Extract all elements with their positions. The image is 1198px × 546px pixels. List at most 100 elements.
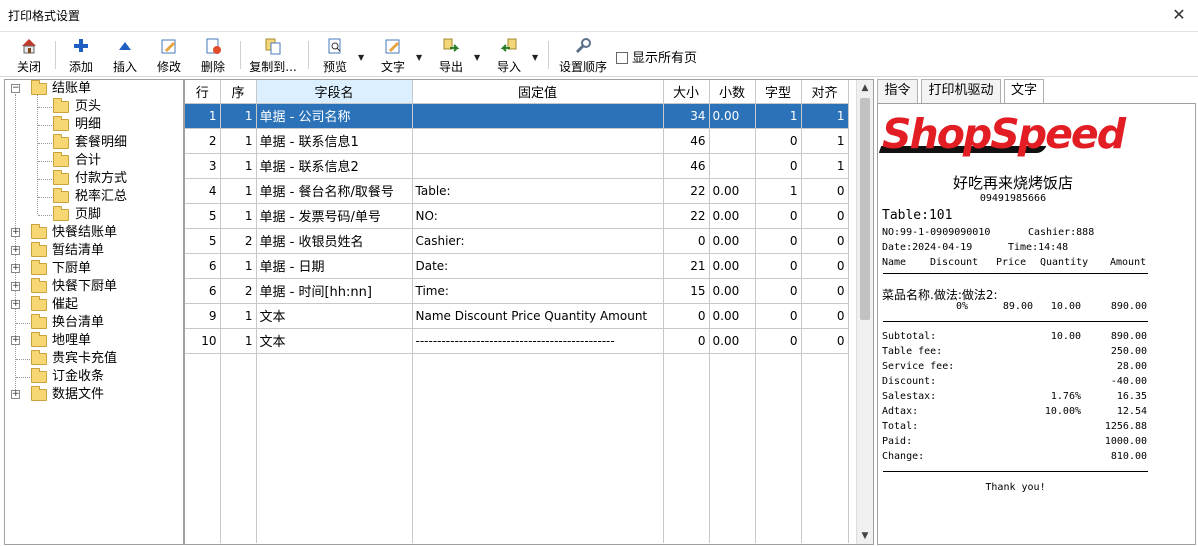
table-cell[interactable]: 0 (755, 328, 802, 354)
table-cell[interactable]: 15 (663, 278, 710, 304)
table-cell[interactable]: 单据 - 收银员姓名 (256, 228, 413, 254)
tree-item-child[interactable]: 套餐明细 (5, 134, 181, 152)
tree-item[interactable]: + 下厨单 (5, 260, 181, 278)
table-cell[interactable]: 10 (185, 328, 221, 354)
show-all-pages-checkbox[interactable]: 显示所有页 (616, 47, 697, 66)
tree-item[interactable]: 订金收条 (5, 368, 181, 386)
table-cell[interactable]: 0 (663, 228, 710, 254)
expand-icon[interactable]: + (11, 228, 20, 237)
tree-item-child[interactable]: 页脚 (5, 206, 181, 224)
table-row[interactable]: 4 1 单据 - 餐台名称/取餐号 Table: 22 0.00 1 0 (185, 178, 849, 204)
table-cell[interactable] (412, 103, 664, 129)
table-cell[interactable]: 文本 (256, 303, 413, 329)
scroll-thumb[interactable] (860, 98, 870, 320)
table-cell[interactable]: 2 (185, 128, 221, 154)
table-row[interactable]: 5 1 单据 - 发票号码/单号 NO: 22 0.00 0 0 (185, 203, 849, 229)
table-cell[interactable]: 0 (755, 128, 802, 154)
table-cell[interactable]: 单据 - 日期 (256, 253, 413, 279)
table-row[interactable]: 9 1 文本 Name Discount Price Quantity Amount 0… (185, 303, 849, 329)
table-cell[interactable]: 1 (801, 153, 849, 179)
table-cell[interactable]: 46 (663, 153, 710, 179)
table-row[interactable]: 10 1 文本 -----------------------------------… (185, 328, 849, 354)
tree-item[interactable]: + 快餐下厨单 (5, 278, 181, 296)
tab-printer-driver[interactable]: 打印机驱动 (921, 79, 1001, 103)
table-cell[interactable]: 0.00 (709, 278, 756, 304)
tree-item[interactable]: + 地哩单 (5, 332, 181, 350)
import-dropdown-icon[interactable]: ▼ (532, 53, 538, 62)
expand-icon[interactable]: + (11, 390, 20, 399)
table-cell[interactable]: 0.00 (709, 103, 756, 129)
col-header-size[interactable]: 大小 (663, 80, 710, 104)
table-row[interactable]: 2 1 单据 - 联系信息1 46 0 1 (185, 128, 849, 154)
collapse-icon[interactable]: − (11, 84, 20, 93)
table-cell[interactable]: 0.00 (709, 203, 756, 229)
table-cell[interactable]: 6 (185, 253, 221, 279)
table-cell[interactable]: 单据 - 联系信息1 (256, 128, 413, 154)
table-cell[interactable]: 2 (220, 228, 257, 254)
table-cell[interactable]: 0 (801, 278, 849, 304)
tree-item[interactable]: + 数据文件 (5, 386, 181, 404)
table-cell[interactable]: 0 (801, 303, 849, 329)
scroll-down-icon[interactable]: ▼ (857, 528, 873, 544)
table-cell[interactable]: 1 (801, 103, 849, 129)
table-cell[interactable]: 1 (220, 253, 257, 279)
table-cell[interactable]: 34 (663, 103, 710, 129)
expand-icon[interactable]: + (11, 300, 20, 309)
tree-item-checkout[interactable]: − 结账单 (5, 80, 181, 98)
import-button[interactable]: 导入 (490, 35, 528, 75)
tree-item-child[interactable]: 合计 (5, 152, 181, 170)
tree-item[interactable]: 换台清单 (5, 314, 181, 332)
table-cell[interactable] (709, 153, 756, 179)
expand-icon[interactable]: + (11, 246, 20, 255)
tree-item[interactable]: + 暂结清单 (5, 242, 181, 260)
col-header-align[interactable]: 对齐 (801, 80, 849, 104)
table-cell[interactable]: Cashier: (412, 228, 664, 254)
modify-button[interactable]: 修改 (150, 35, 188, 75)
tab-command[interactable]: 指令 (877, 79, 918, 103)
table-cell[interactable]: 0 (755, 303, 802, 329)
expand-icon[interactable]: + (11, 336, 20, 345)
insert-button[interactable]: 插入 (106, 35, 144, 75)
table-cell[interactable]: 单据 - 公司名称 (256, 103, 413, 129)
checkbox-box[interactable] (616, 52, 628, 64)
table-cell[interactable]: ----------------------------------------… (412, 328, 664, 354)
table-cell[interactable]: 1 (755, 103, 802, 129)
table-cell[interactable]: 5 (185, 203, 221, 229)
expand-icon[interactable]: + (11, 282, 20, 291)
table-cell[interactable]: 5 (185, 228, 221, 254)
text-button[interactable]: 文字 (374, 35, 412, 75)
table-cell[interactable]: 单据 - 联系信息2 (256, 153, 413, 179)
preview-button[interactable]: 预览 (316, 35, 354, 75)
table-cell[interactable]: 0 (801, 228, 849, 254)
tree-item-child[interactable]: 付款方式 (5, 170, 181, 188)
table-cell[interactable]: 单据 - 发票号码/单号 (256, 203, 413, 229)
table-row[interactable]: 6 2 单据 - 时间[hh:nn] Time: 15 0.00 0 0 (185, 278, 849, 304)
table-cell[interactable]: 0 (755, 278, 802, 304)
table-row[interactable]: 6 1 单据 - 日期 Date: 21 0.00 0 0 (185, 253, 849, 279)
table-cell[interactable]: 0 (755, 228, 802, 254)
preview-dropdown-icon[interactable]: ▼ (358, 53, 364, 62)
table-cell[interactable]: 0 (801, 328, 849, 354)
table-cell[interactable]: 4 (185, 178, 221, 204)
table-cell[interactable]: 0 (801, 253, 849, 279)
table-cell[interactable] (709, 128, 756, 154)
text-dropdown-icon[interactable]: ▼ (416, 53, 422, 62)
table-cell[interactable]: 文本 (256, 328, 413, 354)
col-header-row[interactable]: 行 (185, 80, 221, 104)
table-cell[interactable]: 1 (801, 128, 849, 154)
table-cell[interactable]: Table: (412, 178, 664, 204)
table-cell[interactable]: 22 (663, 203, 710, 229)
table-cell[interactable]: 2 (220, 278, 257, 304)
add-button[interactable]: 添加 (62, 35, 100, 75)
table-cell[interactable]: 1 (220, 203, 257, 229)
grid-scrollbar[interactable]: ▲ ▼ (856, 80, 873, 544)
table-cell[interactable]: 1 (220, 328, 257, 354)
col-header-field-name[interactable]: 字段名 (256, 80, 413, 104)
table-cell[interactable]: 1 (220, 103, 257, 129)
tree-item-child[interactable]: 税率汇总 (5, 188, 181, 206)
col-header-seq[interactable]: 序 (220, 80, 257, 104)
table-cell[interactable]: Time: (412, 278, 664, 304)
table-cell[interactable]: 0 (755, 153, 802, 179)
table-cell[interactable]: 1 (220, 178, 257, 204)
table-cell[interactable]: 6 (185, 278, 221, 304)
